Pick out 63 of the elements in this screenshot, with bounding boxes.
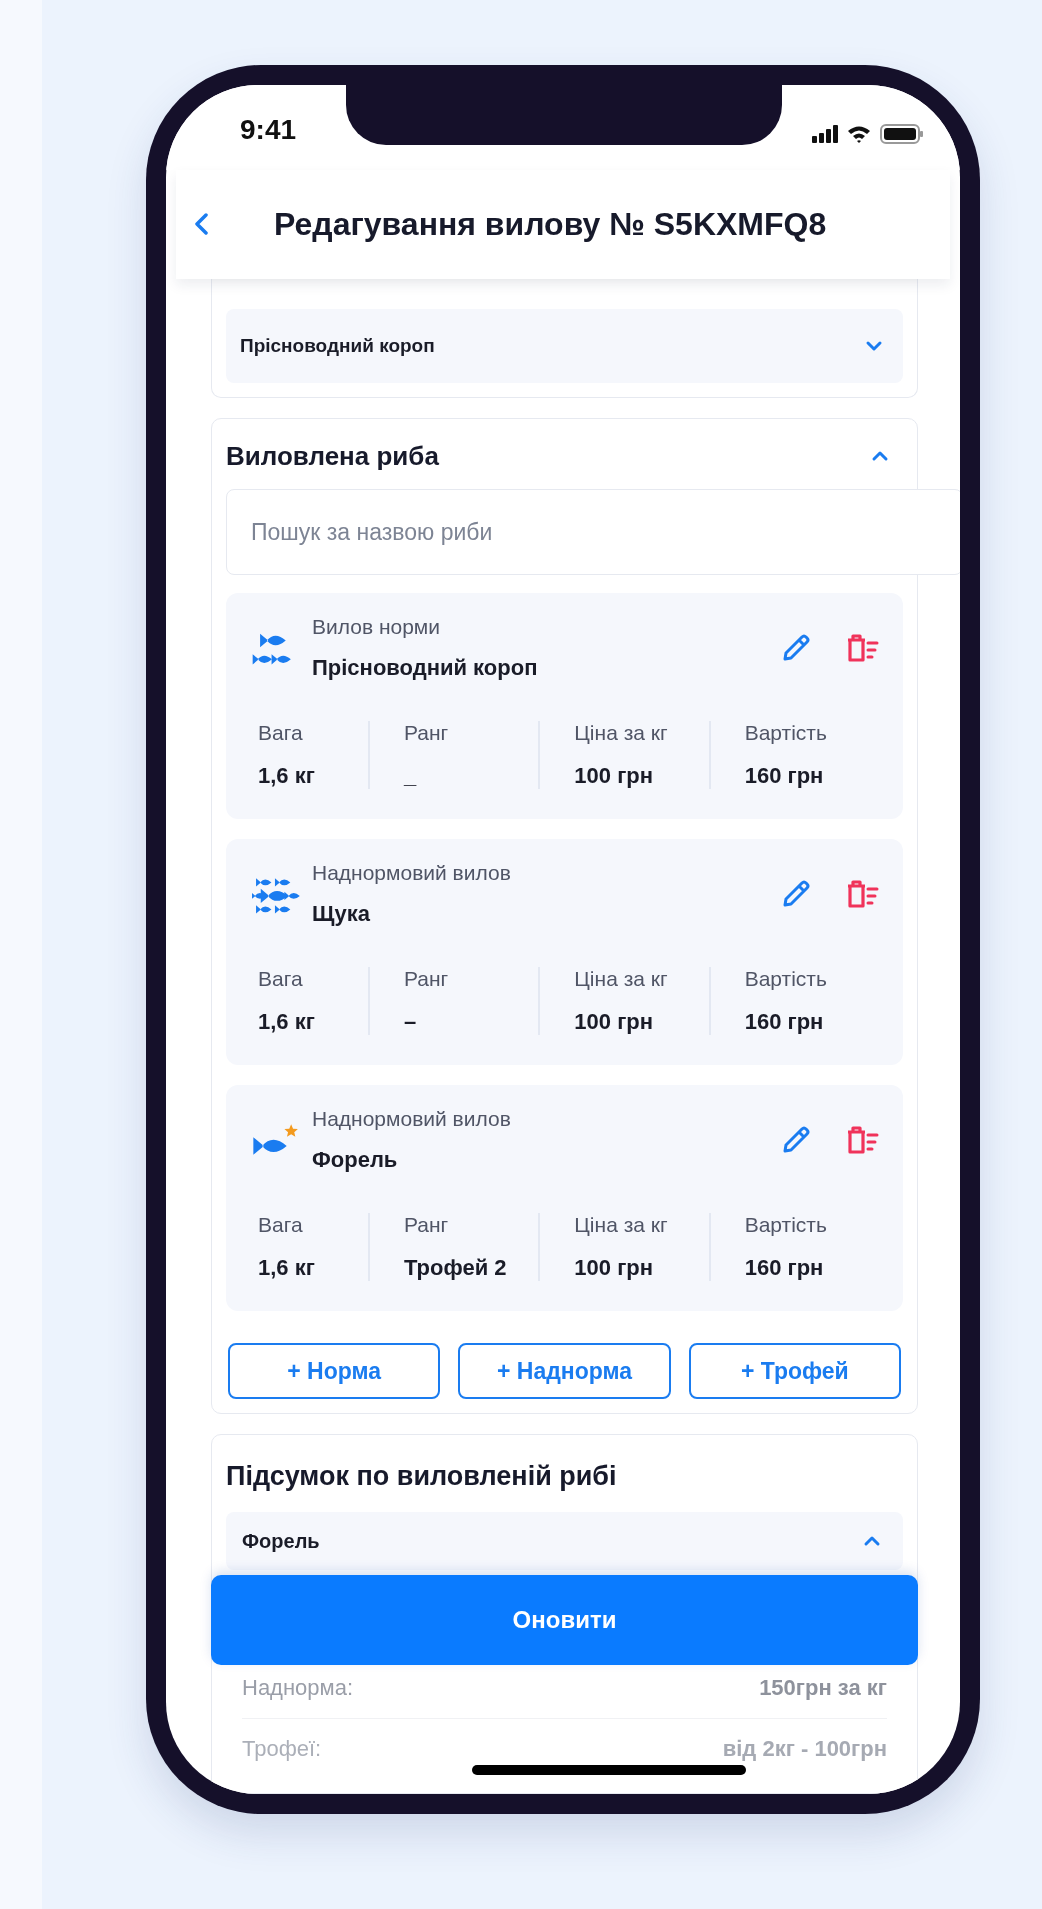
summary-label: Наднорма: — [242, 1675, 354, 1701]
stat-value: _ — [404, 763, 418, 789]
summary-label: Трофеї: — [242, 1736, 322, 1762]
fish-name: Щука — [312, 901, 371, 927]
stat-value: Трофей 2 — [404, 1255, 508, 1281]
fish-name: Форель — [242, 1529, 320, 1553]
stat-label: Вартість — [744, 967, 828, 991]
fish-type-dropdown[interactable]: Прісноводний короп — [226, 309, 903, 383]
delete-button[interactable] — [845, 879, 879, 909]
edit-button[interactable] — [781, 633, 811, 663]
stat-value: 1,6 кг — [258, 1255, 316, 1281]
stat-label: Вартість — [744, 1213, 828, 1237]
stat-value: 1,6 кг — [258, 763, 316, 789]
stat-label: Вага — [258, 721, 304, 745]
stat-value: 100 грн — [574, 763, 655, 789]
delete-button[interactable] — [845, 1125, 879, 1155]
stat-value: 160 грн — [744, 1255, 825, 1281]
catch-category: Наднормовий вилов — [312, 861, 512, 885]
stat-label: Ціна за кг — [574, 1213, 669, 1237]
trash-icon — [845, 1125, 879, 1155]
signal-icon — [812, 124, 838, 144]
back-icon — [193, 213, 209, 236]
pencil-icon — [781, 879, 811, 909]
pencil-icon — [781, 1125, 811, 1155]
summary-value: від 2кг - 100грн — [722, 1736, 887, 1762]
stat-label: Ціна за кг — [574, 967, 669, 991]
delete-button[interactable] — [845, 633, 879, 663]
search-field[interactable]: Пошук за назвою риби — [226, 489, 960, 575]
add-button[interactable]: + Норма — [228, 1343, 441, 1399]
stat-label: Вага — [258, 967, 304, 991]
add-button[interactable]: + Трофей — [688, 1343, 901, 1399]
stat-value: 160 грн — [744, 763, 825, 789]
edit-button[interactable] — [781, 1125, 811, 1155]
pencil-icon — [781, 633, 811, 663]
stat-label: Вага — [258, 1213, 304, 1237]
catch-category: Вилов норми — [312, 615, 442, 639]
battery-icon — [880, 123, 924, 144]
section-title: Підсумок по виловленій рибі — [226, 1460, 618, 1493]
fish-name: Форель — [312, 1147, 399, 1173]
stat-value: – — [404, 1009, 418, 1035]
stat-label: Ранг — [404, 1213, 450, 1237]
stat-label: Ціна за кг — [574, 721, 669, 745]
stat-label: Ранг — [404, 721, 450, 745]
edit-button[interactable] — [781, 879, 811, 909]
trash-icon — [845, 879, 879, 909]
dropdown-value: Прісноводний короп — [240, 335, 435, 357]
summary-value: 150грн за кг — [759, 1675, 887, 1701]
screen-title: Редагування вилову № S5KXMFQ8 — [274, 205, 827, 243]
section-title: Виловлена риба — [226, 440, 439, 472]
stat-value: 100 грн — [574, 1009, 655, 1035]
stat-value: 160 грн — [744, 1009, 825, 1035]
stat-label: Ранг — [404, 967, 450, 991]
trash-icon — [845, 633, 879, 663]
status-time: 9:41 — [240, 113, 297, 147]
stat-value: 1,6 кг — [258, 1009, 316, 1035]
fish-name: Прісноводний короп — [312, 655, 539, 681]
catch-category: Наднормовий вилов — [312, 1107, 512, 1131]
section-toggle[interactable]: Виловлена риба — [226, 435, 903, 477]
stat-label: Вартість — [744, 721, 828, 745]
add-button[interactable]: + Наднорма — [458, 1343, 671, 1399]
update-button[interactable]: Оновити — [211, 1575, 918, 1665]
stat-value: 100 грн — [574, 1255, 655, 1281]
fish-accordion[interactable]: Форель — [226, 1512, 903, 1570]
